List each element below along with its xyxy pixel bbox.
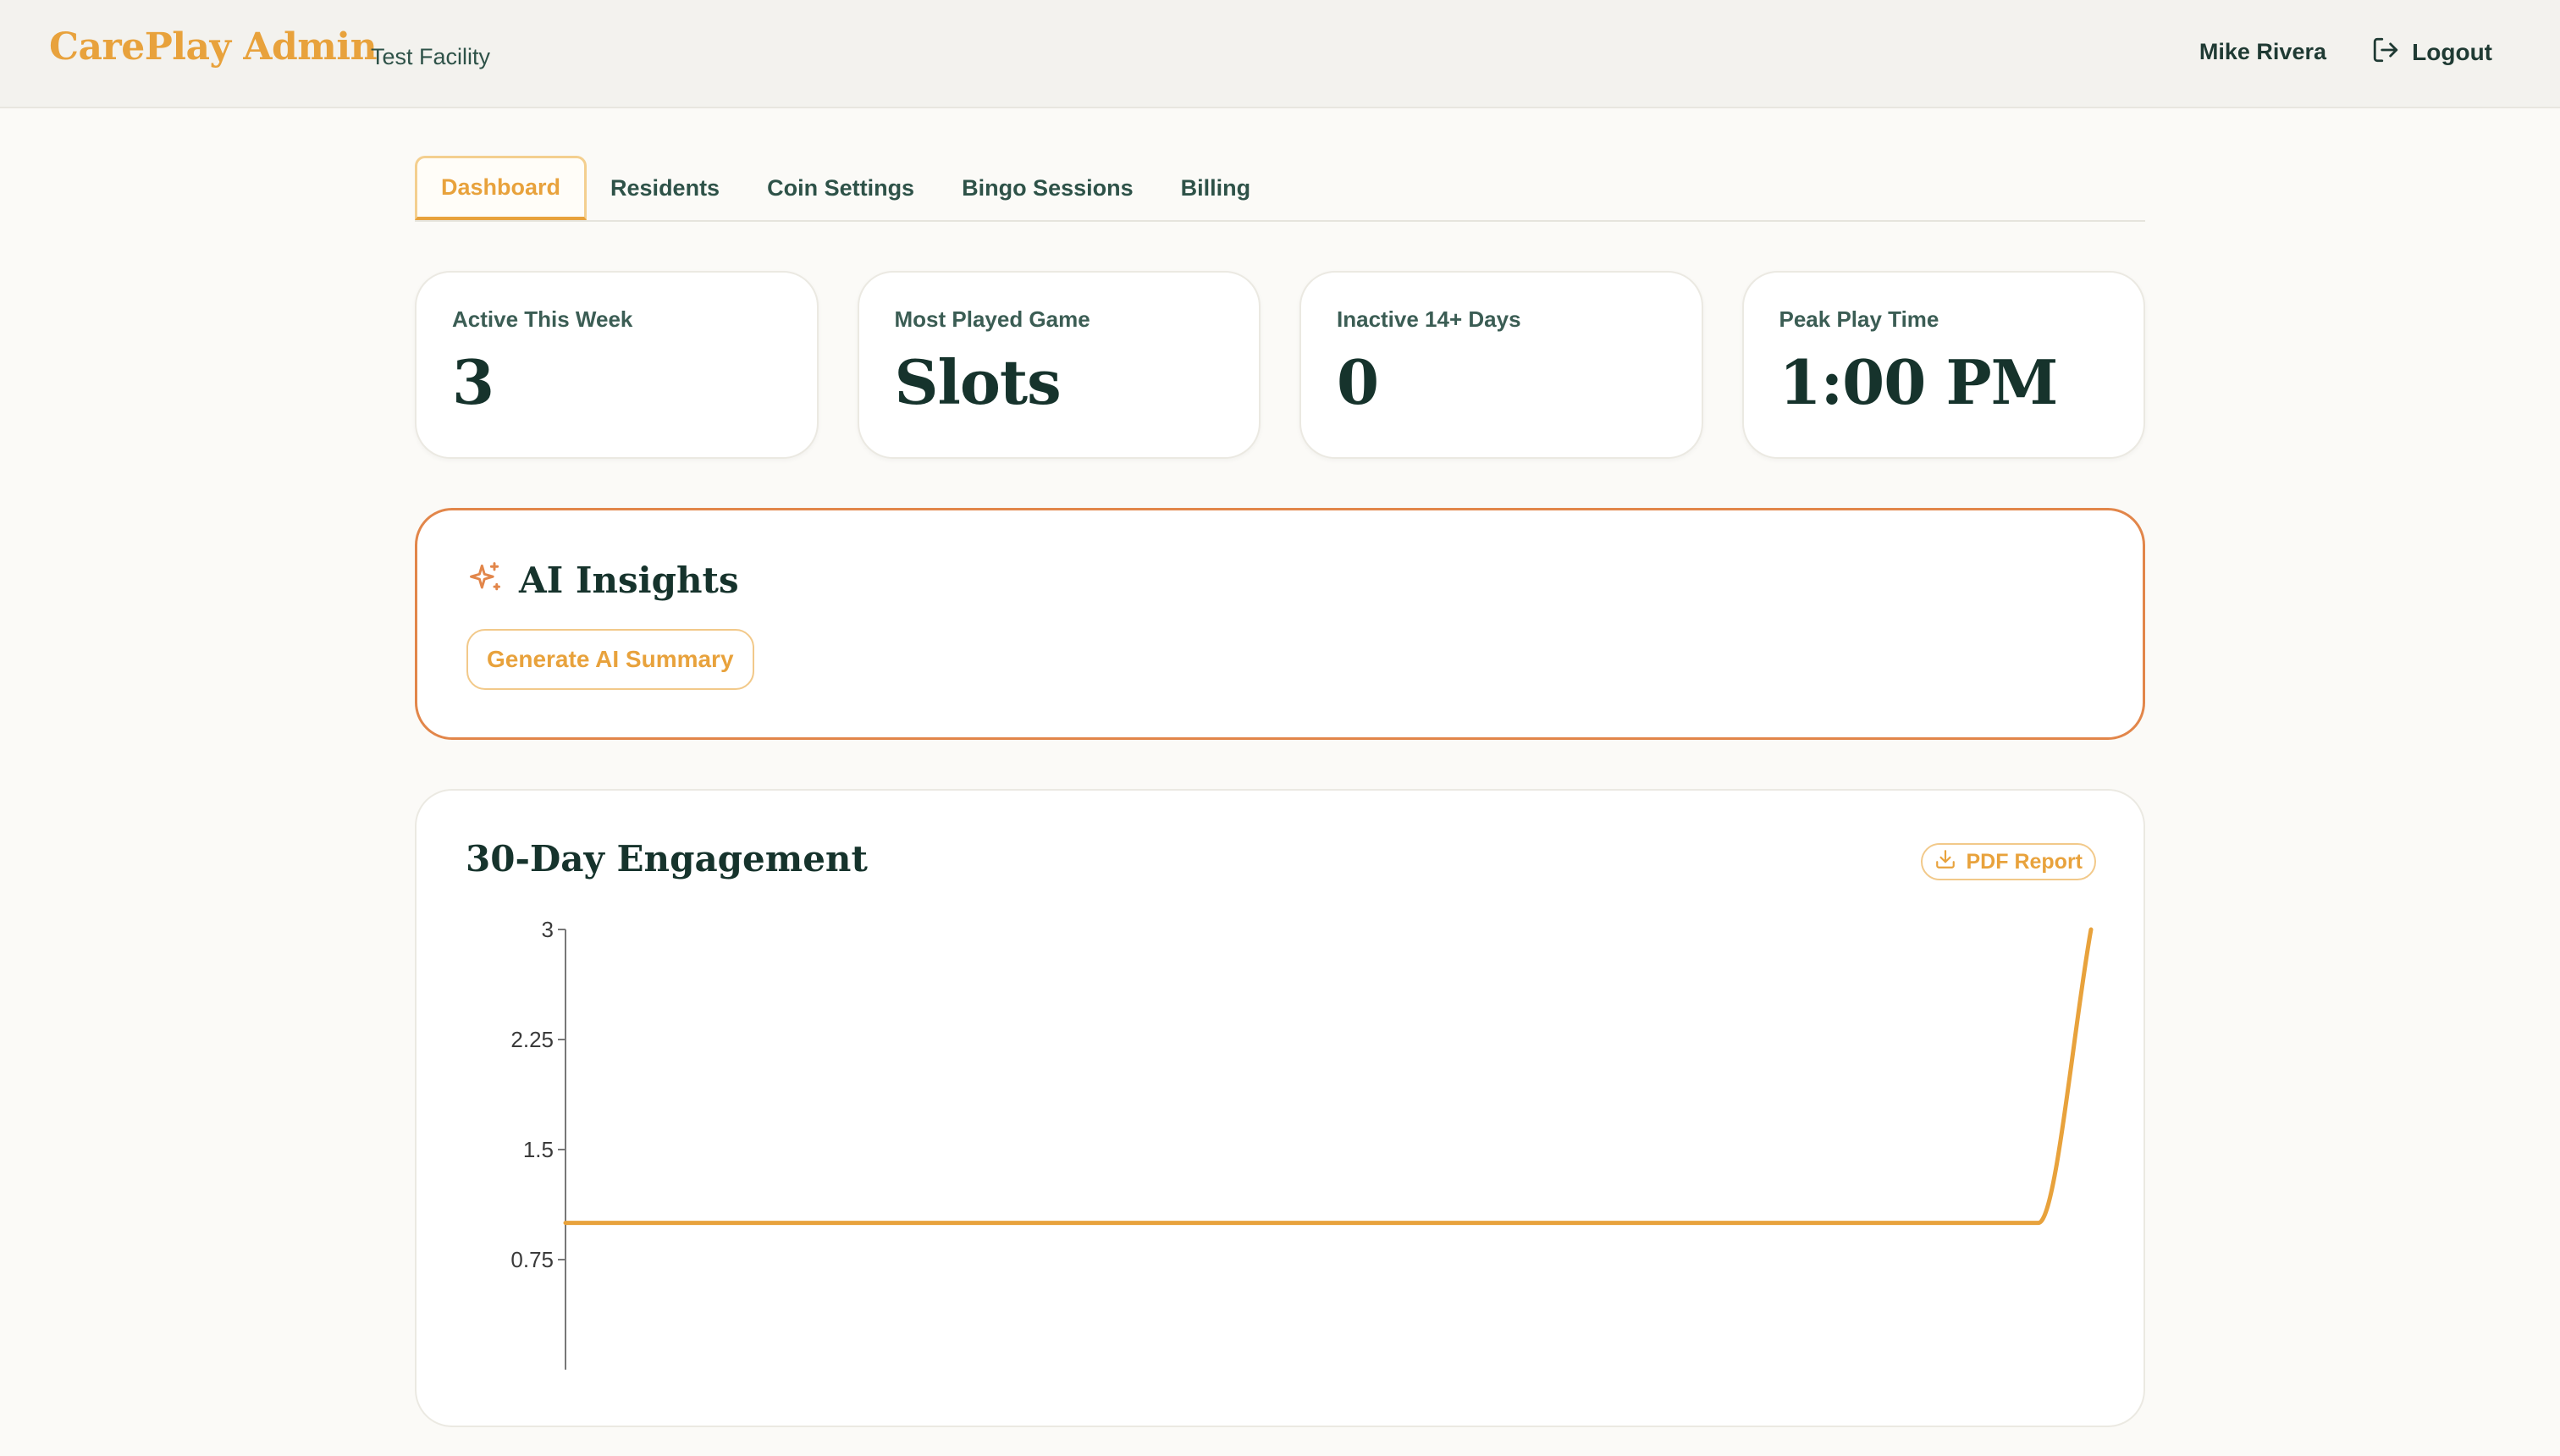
user-name: Mike Rivera <box>2199 39 2326 64</box>
tab-residents[interactable]: Residents <box>587 156 743 220</box>
tab-bingo-sessions[interactable]: Bingo Sessions <box>938 156 1157 220</box>
engagement-card: 30-Day Engagement PDF Report 0.75 1.5 2.25… <box>415 789 2145 1427</box>
stat-label: Peak Play Time <box>1779 306 1939 332</box>
top-bar: CarePlay Admin Test Facility Mike Rivera… <box>0 0 2560 108</box>
stat-card-peak-play-time: Peak Play Time 1:00 PM <box>1741 271 2145 459</box>
engagement-series-line <box>563 927 2094 1226</box>
engagement-line-chart: 0.75 1.5 2.25 3 <box>510 917 2094 1370</box>
generate-ai-summary-button[interactable]: Generate AI Summary <box>466 629 754 690</box>
stats-row: Active This Week 3 Most Played Game Slot… <box>415 271 2145 459</box>
stat-value: 3 <box>452 346 494 418</box>
stat-value: 1:00 PM <box>1779 346 2059 418</box>
main-tabs: Dashboard Residents Coin Settings Bingo … <box>415 156 2145 222</box>
stat-value: Slots <box>894 346 1062 418</box>
ai-insights-header: AI Insights <box>466 560 739 601</box>
y-axis-tick-label: 0.75 <box>510 1247 554 1272</box>
stat-label: Active This Week <box>452 306 633 332</box>
ai-insights-card: AI Insights Generate AI Summary <box>415 508 2145 740</box>
stat-card-active-this-week: Active This Week 3 <box>415 271 819 459</box>
y-axis-tick-label: 2.25 <box>510 1027 554 1052</box>
brand-logo[interactable]: CarePlay Admin <box>49 25 378 69</box>
stat-card-inactive-days: Inactive 14+ Days 0 <box>1299 271 1703 459</box>
stat-card-most-played-game: Most Played Game Slots <box>857 271 1261 459</box>
stat-label: Inactive 14+ Days <box>1337 306 1521 332</box>
tab-coin-settings[interactable]: Coin Settings <box>743 156 938 220</box>
logout-button[interactable]: Logout <box>2371 36 2492 69</box>
y-axis-tick-label: 1.5 <box>523 1137 554 1162</box>
stat-value: 0 <box>1337 346 1379 418</box>
y-axis-tick-label: 3 <box>542 917 554 942</box>
tab-billing[interactable]: Billing <box>1157 156 1275 220</box>
sparkle-icon <box>466 560 504 601</box>
stat-label: Most Played Game <box>894 306 1090 332</box>
facility-name: Test Facility <box>371 44 491 69</box>
ai-insights-title: AI Insights <box>519 560 739 601</box>
logout-label: Logout <box>2412 39 2492 65</box>
tab-dashboard[interactable]: Dashboard <box>415 156 588 220</box>
logout-icon <box>2371 36 2400 70</box>
